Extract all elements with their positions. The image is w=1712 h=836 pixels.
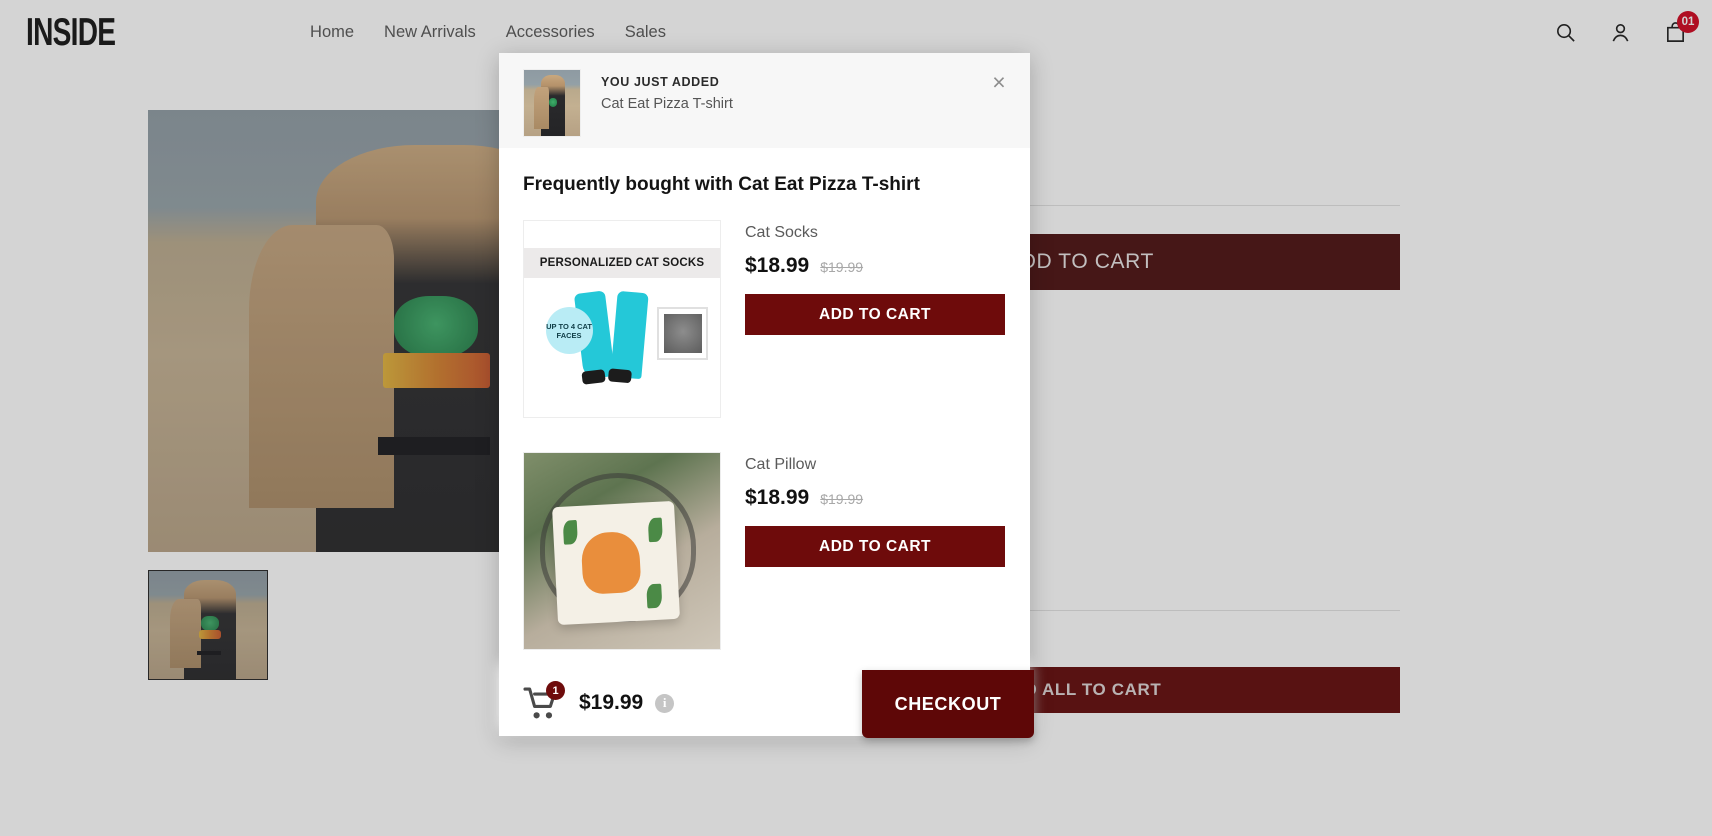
product-image-cat-socks[interactable]: PERSONALIZED CAT SOCKS UP TO 4 CAT FACES xyxy=(523,220,721,418)
sock-toe-right xyxy=(608,367,633,384)
socks-caption: PERSONALIZED CAT SOCKS xyxy=(524,248,720,278)
pillow-shape xyxy=(552,500,680,625)
pillow-leaf-1 xyxy=(562,520,579,545)
modal-heading: Frequently bought with Cat Eat Pizza T-s… xyxy=(523,174,920,195)
shopping-cart-icon[interactable]: 1 xyxy=(523,681,565,720)
product-price: $18.99 xyxy=(745,254,810,277)
pillow-artwork xyxy=(524,453,720,649)
just-added-text: YOU JUST ADDED Cat Eat Pizza T-shirt xyxy=(601,69,733,112)
checkout-button[interactable]: CHECKOUT xyxy=(862,670,1034,738)
sock-toe-left xyxy=(581,368,607,385)
upsell-modal: YOU JUST ADDED Cat Eat Pizza T-shirt × F… xyxy=(499,53,1030,736)
socks-badge: UP TO 4 CAT FACES xyxy=(545,307,593,355)
socks-artwork: PERSONALIZED CAT SOCKS UP TO 4 CAT FACES xyxy=(524,221,720,417)
product-name: Cat Pillow xyxy=(745,456,817,473)
ja-photo-cat xyxy=(548,97,558,107)
pillow-cat-graphic xyxy=(580,530,642,596)
product-price: $18.99 xyxy=(745,486,810,509)
page-root: ZZA T-SHIRT ADD TO CART day + at Pizza T… xyxy=(0,0,1712,836)
product-name: Cat Socks xyxy=(745,224,818,241)
modal-header: YOU JUST ADDED Cat Eat Pizza T-shirt × xyxy=(499,53,1030,148)
close-icon[interactable]: × xyxy=(986,69,1012,95)
ja-photo-shawl xyxy=(534,87,549,130)
price-line: $18.99 $19.99 xyxy=(745,254,1006,278)
product-info-cat-socks: Cat Socks $18.99 $19.99 ADD TO CART xyxy=(745,220,1006,418)
pillow-leaf-2 xyxy=(647,517,664,543)
pillow-leaf-3 xyxy=(646,583,663,609)
upsell-product-list[interactable]: PERSONALIZED CAT SOCKS UP TO 4 CAT FACES… xyxy=(499,210,1030,736)
cart-quantity-badge: 1 xyxy=(546,681,565,700)
product-compare-price: $19.99 xyxy=(820,491,864,507)
product-image-cat-pillow[interactable] xyxy=(523,452,721,650)
product-info-cat-pillow: Cat Pillow $18.99 $19.99 ADD TO CART xyxy=(745,452,1006,650)
just-added-product-name: Cat Eat Pizza T-shirt xyxy=(601,96,733,112)
sock-right xyxy=(608,290,650,384)
just-added-thumbnail xyxy=(523,69,581,137)
price-line: $18.99 $19.99 xyxy=(745,486,1006,510)
socks-photo-frame xyxy=(657,307,709,361)
just-added-label: YOU JUST ADDED xyxy=(601,75,720,89)
add-to-cart-button-cat-pillow[interactable]: ADD TO CART xyxy=(745,526,1005,567)
list-item: Cat Pillow $18.99 $19.99 ADD TO CART xyxy=(523,442,1006,674)
list-item: PERSONALIZED CAT SOCKS UP TO 4 CAT FACES… xyxy=(523,210,1006,442)
product-compare-price: $19.99 xyxy=(820,259,864,275)
add-to-cart-button-cat-socks[interactable]: ADD TO CART xyxy=(745,294,1005,335)
socks-frame-photo xyxy=(663,314,702,354)
info-icon[interactable]: i xyxy=(655,693,675,713)
cart-subtotal: $19.99 xyxy=(579,691,644,714)
